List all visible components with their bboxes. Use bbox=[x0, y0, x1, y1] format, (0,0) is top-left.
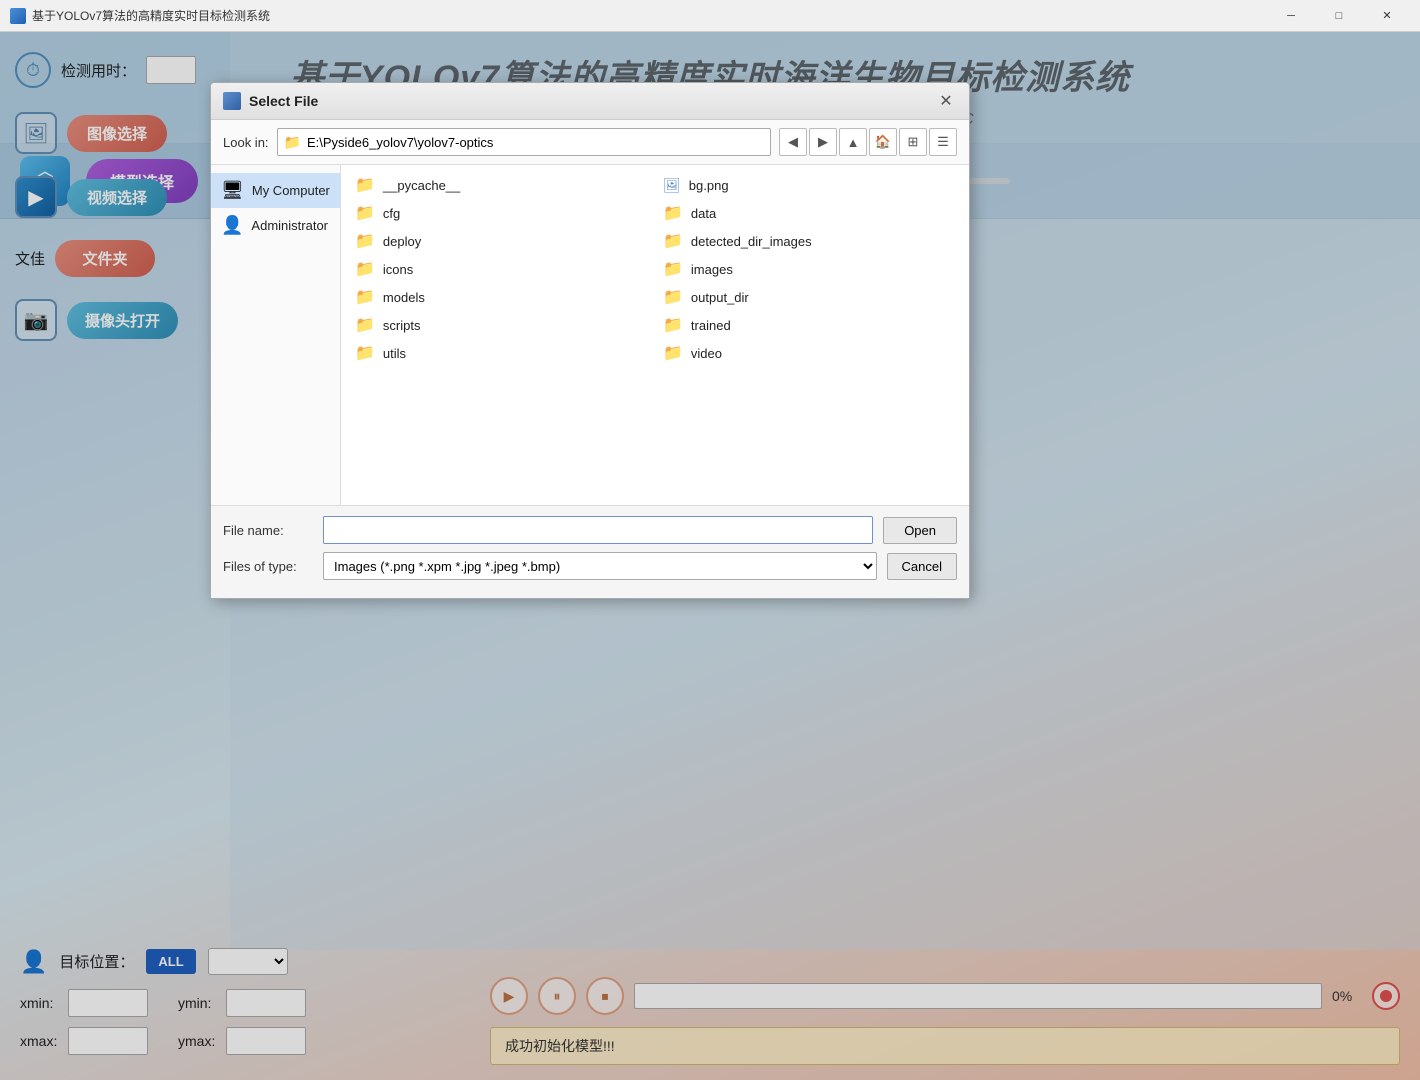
sidebar-item-my-computer[interactable]: 🖥 My Computer bbox=[211, 173, 340, 208]
list-item[interactable]: 📁 images bbox=[655, 255, 963, 283]
sidebar-my-computer-label: My Computer bbox=[252, 183, 330, 198]
folder-icon: 📁 bbox=[663, 287, 683, 307]
dialog-sidebar: 🖥 My Computer 👤 Administrator bbox=[211, 165, 341, 505]
folder-icon: 📁 bbox=[355, 287, 375, 307]
close-button[interactable]: ✕ bbox=[1364, 4, 1410, 28]
dialog-title-bar: Select File ✕ bbox=[211, 83, 969, 120]
nav-home-button[interactable]: 🏠 bbox=[869, 128, 897, 156]
folder-icon: 📁 bbox=[663, 203, 683, 223]
list-item[interactable]: 📁 scripts bbox=[347, 311, 655, 339]
file-dialog: Select File ✕ Look in: 📁 E:\Pyside6_yolo… bbox=[210, 82, 970, 599]
minimize-button[interactable]: ─ bbox=[1268, 4, 1314, 28]
folder-icon: 📁 bbox=[663, 259, 683, 279]
file-name: detected_dir_images bbox=[691, 234, 812, 249]
title-bar-text: 基于YOLOv7算法的高精度实时目标检测系统 bbox=[32, 7, 1268, 24]
lookin-label: Look in: bbox=[223, 135, 269, 150]
list-item[interactable]: 📁 detected_dir_images bbox=[655, 227, 963, 255]
list-item[interactable]: 📁 icons bbox=[347, 255, 655, 283]
file-name: __pycache__ bbox=[383, 178, 460, 193]
dialog-body: 🖥 My Computer 👤 Administrator 📁 __pycache… bbox=[211, 165, 969, 505]
file-name: video bbox=[691, 346, 722, 361]
view-icons-button[interactable]: ⊞ bbox=[899, 128, 927, 156]
filename-input[interactable] bbox=[323, 516, 873, 544]
list-item[interactable]: 📁 trained bbox=[655, 311, 963, 339]
file-name: data bbox=[691, 206, 716, 221]
dialog-title-icon bbox=[223, 92, 241, 110]
file-name: icons bbox=[383, 262, 413, 277]
list-item[interactable]: 📁 output_dir bbox=[655, 283, 963, 311]
list-item[interactable]: 🖼 bg.png bbox=[655, 171, 963, 199]
folder-icon: 📁 bbox=[355, 231, 375, 251]
open-button[interactable]: Open bbox=[883, 517, 957, 544]
title-bar: 基于YOLOv7算法的高精度实时目标检测系统 ─ □ ✕ bbox=[0, 0, 1420, 32]
filetype-label: Files of type: bbox=[223, 559, 313, 574]
file-name: deploy bbox=[383, 234, 421, 249]
file-name: cfg bbox=[383, 206, 400, 221]
list-item[interactable]: 📁 deploy bbox=[347, 227, 655, 255]
image-file-icon: 🖼 bbox=[663, 177, 681, 194]
sidebar-admin-label: Administrator bbox=[251, 218, 328, 233]
cancel-button[interactable]: Cancel bbox=[887, 553, 957, 580]
folder-icon: 📁 bbox=[663, 315, 683, 335]
folder-icon-lookin: 📁 bbox=[284, 134, 301, 151]
window-controls: ─ □ ✕ bbox=[1268, 4, 1410, 28]
file-name: bg.png bbox=[689, 178, 729, 193]
folder-icon: 📁 bbox=[663, 231, 683, 251]
user-icon: 👤 bbox=[221, 215, 243, 236]
list-item[interactable]: 📁 utils bbox=[347, 339, 655, 367]
lookin-path: E:\Pyside6_yolov7\yolov7-optics bbox=[307, 135, 493, 150]
folder-icon: 📁 bbox=[355, 315, 375, 335]
file-list: 📁 __pycache__ 🖼 bg.png 📁 cfg 📁 data 📁 deploy 📁 dete… bbox=[341, 165, 969, 505]
nav-up-button[interactable]: ▲ bbox=[839, 128, 867, 156]
lookin-nav-buttons: ◀ ▶ ▲ 🏠 ⊞ ☰ bbox=[779, 128, 957, 156]
lookin-row: Look in: 📁 E:\Pyside6_yolov7\yolov7-opti… bbox=[211, 120, 969, 165]
file-name: utils bbox=[383, 346, 406, 361]
file-name: output_dir bbox=[691, 290, 749, 305]
file-name: images bbox=[691, 262, 733, 277]
filetype-row: Files of type: Images (*.png *.xpm *.jpg… bbox=[223, 552, 957, 580]
maximize-button[interactable]: □ bbox=[1316, 4, 1362, 28]
app-icon bbox=[10, 8, 26, 24]
list-item[interactable]: 📁 cfg bbox=[347, 199, 655, 227]
computer-icon: 🖥 bbox=[221, 180, 244, 201]
dialog-title-text: Select File bbox=[249, 93, 935, 109]
filename-label: File name: bbox=[223, 523, 313, 538]
file-name: trained bbox=[691, 318, 731, 333]
filename-row: File name: Open bbox=[223, 516, 957, 544]
main-content: 基于YOLOv7算法的高精度实时海洋生物目标检测系统 CSDN：BestSong… bbox=[0, 32, 1420, 1080]
folder-icon: 📁 bbox=[355, 175, 375, 195]
file-name: scripts bbox=[383, 318, 421, 333]
filetype-select[interactable]: Images (*.png *.xpm *.jpg *.jpeg *.bmp) bbox=[323, 552, 877, 580]
list-item[interactable]: 📁 models bbox=[347, 283, 655, 311]
sidebar-item-administrator[interactable]: 👤 Administrator bbox=[211, 208, 340, 243]
folder-icon: 📁 bbox=[663, 343, 683, 363]
nav-forward-button[interactable]: ▶ bbox=[809, 128, 837, 156]
lookin-combo[interactable]: 📁 E:\Pyside6_yolov7\yolov7-optics bbox=[277, 128, 771, 156]
folder-icon: 📁 bbox=[355, 203, 375, 223]
file-name: models bbox=[383, 290, 425, 305]
nav-back-button[interactable]: ◀ bbox=[779, 128, 807, 156]
list-item[interactable]: 📁 data bbox=[655, 199, 963, 227]
dialog-footer: File name: Open Files of type: Images (*… bbox=[211, 505, 969, 598]
dialog-overlay: Select File ✕ Look in: 📁 E:\Pyside6_yolo… bbox=[0, 32, 1420, 1080]
view-list-button[interactable]: ☰ bbox=[929, 128, 957, 156]
folder-icon: 📁 bbox=[355, 343, 375, 363]
dialog-close-button[interactable]: ✕ bbox=[935, 90, 957, 112]
list-item[interactable]: 📁 __pycache__ bbox=[347, 171, 655, 199]
folder-icon: 📁 bbox=[355, 259, 375, 279]
list-item[interactable]: 📁 video bbox=[655, 339, 963, 367]
